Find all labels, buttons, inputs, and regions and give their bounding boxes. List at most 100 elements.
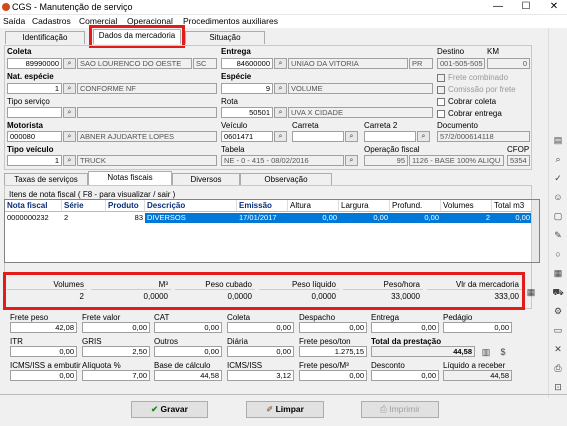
search-icon[interactable]: ⌕: [552, 153, 564, 165]
printer-icon: ⎙: [380, 404, 387, 414]
print-icon[interactable]: ⎙: [552, 362, 564, 374]
frete-valor-field[interactable]: 0,00: [82, 322, 150, 333]
entrega-uf-field: PR: [409, 58, 433, 69]
col-nota-fiscal[interactable]: Nota fiscal: [5, 200, 62, 212]
comissao-frete-checkbox[interactable]: [437, 86, 445, 94]
minimize-button[interactable]: —: [484, 0, 512, 14]
frete-combinado-checkbox[interactable]: [437, 74, 445, 82]
circle-icon[interactable]: ○: [552, 248, 564, 260]
tab-situacao[interactable]: Situação: [185, 31, 265, 44]
frete-peso-ton-field[interactable]: 1.275,15: [299, 346, 367, 357]
frete-combinado-label: Frete combinado: [448, 73, 509, 82]
calculator-icon[interactable]: ▦: [525, 286, 537, 298]
motorista-search-button[interactable]: ⌕: [63, 131, 76, 142]
nat-especie-search-button[interactable]: ⌕: [63, 83, 76, 94]
entrega-code-field[interactable]: 84600000: [221, 58, 273, 69]
motorista-code-field[interactable]: 000080: [7, 131, 62, 142]
col-profund[interactable]: Profund.: [390, 200, 441, 212]
coleta-search-button[interactable]: ⌕: [63, 58, 76, 69]
menu-bar: Saída Cadastros Comercial Operacional Pr…: [0, 15, 567, 28]
carreta-label: Carreta: [292, 121, 319, 130]
tab-notas-fiscais[interactable]: Notas fiscais: [88, 171, 172, 186]
document-icon[interactable]: ▭: [552, 324, 564, 336]
carreta-search-button[interactable]: ⌕: [345, 131, 358, 142]
cobrar-entrega-checkbox[interactable]: [437, 110, 445, 118]
pedagio-field[interactable]: 0,00: [443, 322, 512, 333]
gear-icon[interactable]: ⚙: [552, 305, 564, 317]
money-icon[interactable]: $: [497, 346, 509, 358]
veiculo-search-button[interactable]: ⌕: [274, 131, 287, 142]
destino-label: Destino: [437, 47, 465, 56]
nat-especie-code-field[interactable]: 1: [7, 83, 62, 94]
col-emissao[interactable]: Emissão: [237, 200, 288, 212]
truck-icon[interactable]: ⛟: [552, 286, 564, 298]
cell-serie: 2: [64, 213, 69, 222]
menu-procedimentos[interactable]: Procedimentos auxiliares: [183, 16, 278, 26]
items-grid[interactable]: Nota fiscal Série Produto Descrição Emis…: [4, 199, 540, 263]
col-largura[interactable]: Largura: [339, 200, 390, 212]
aliquota-field[interactable]: 7,00: [82, 370, 150, 381]
print-label: Imprimir: [389, 404, 420, 414]
pencil-icon[interactable]: ✎: [552, 229, 564, 241]
col-total-m3[interactable]: Total m3: [492, 200, 532, 212]
coleta-fee-field[interactable]: 0,00: [227, 322, 294, 333]
clipboard-icon[interactable]: ▢: [552, 210, 564, 222]
print-button[interactable]: ⎙ Imprimir: [361, 401, 439, 418]
entrega-search-button[interactable]: ⌕: [274, 58, 287, 69]
coleta-code-field[interactable]: 89990000: [7, 58, 62, 69]
app-icon: [2, 3, 10, 11]
check-icon[interactable]: ✓: [552, 172, 564, 184]
save-check-icon: ✔: [151, 404, 159, 414]
tipo-veiculo-code-field[interactable]: 1: [7, 155, 62, 166]
delete-icon[interactable]: ✕: [552, 343, 564, 355]
close-button[interactable]: ✕: [540, 0, 567, 14]
tipo-veiculo-search-button[interactable]: ⌕: [63, 155, 76, 166]
tipo-servico-search-button[interactable]: ⌕: [63, 107, 76, 118]
frete-peso-m3-field[interactable]: 0,00: [299, 370, 367, 381]
cat-field[interactable]: 0,00: [154, 322, 222, 333]
cobrar-coleta-checkbox[interactable]: [437, 98, 445, 106]
frete-peso-ton-label: Frete peso/ton: [299, 337, 351, 346]
col-descricao[interactable]: Descrição: [145, 200, 237, 212]
col-volumes[interactable]: Volumes: [441, 200, 492, 212]
entrega-fee-field[interactable]: 0,00: [371, 322, 439, 333]
carreta-field[interactable]: [292, 131, 344, 142]
col-produto[interactable]: Produto: [106, 200, 145, 212]
tabela-search-button[interactable]: ⌕: [345, 155, 358, 166]
col-serie[interactable]: Série: [62, 200, 106, 212]
carreta2-search-button[interactable]: ⌕: [417, 131, 430, 142]
diaria-field[interactable]: 0,00: [227, 346, 294, 357]
icms-embutir-field[interactable]: 0,00: [10, 370, 77, 381]
especie-search-button[interactable]: ⌕: [274, 83, 287, 94]
desconto-field[interactable]: 0,00: [371, 370, 439, 381]
frete-peso-field[interactable]: 42,08: [10, 322, 77, 333]
clear-button[interactable]: ✐ Limpar: [246, 401, 324, 418]
maximize-button[interactable]: ☐: [512, 0, 540, 14]
rota-search-button[interactable]: ⌕: [274, 107, 287, 118]
new-doc-icon[interactable]: ▤: [552, 134, 564, 146]
veiculo-field[interactable]: 0601471: [221, 131, 273, 142]
tipo-servico-code-field[interactable]: [7, 107, 62, 118]
outros-field[interactable]: 0,00: [154, 346, 222, 357]
tab-identificacao[interactable]: Identificação: [5, 31, 85, 44]
right-toolbar: ▤ ⌕ ✓ ☺ ▢ ✎ ○ ▦ ⛟ ⚙ ▭ ✕ ⎙ ⊡: [548, 28, 567, 398]
carreta2-field[interactable]: [364, 131, 416, 142]
user-icon[interactable]: ☺: [552, 191, 564, 203]
rota-code-field[interactable]: 50501: [221, 107, 273, 118]
despacho-field[interactable]: 0,00: [299, 322, 367, 333]
save-button[interactable]: ✔ Gravar: [131, 401, 208, 418]
itr-field[interactable]: 0,00: [10, 346, 77, 357]
title-bar: CGS - Manutenção de serviço — ☐ ✕: [0, 0, 567, 15]
menu-saida[interactable]: Saída: [3, 16, 25, 26]
menu-cadastros[interactable]: Cadastros: [32, 16, 71, 26]
gris-field[interactable]: 2,50: [82, 346, 150, 357]
base-calculo-field[interactable]: 44,58: [154, 370, 222, 381]
lock-icon[interactable]: ⊡: [552, 381, 564, 393]
icms-iss-field[interactable]: 3,12: [227, 370, 294, 381]
table-icon[interactable]: ▦: [552, 267, 564, 279]
barcode-icon[interactable]: ▥: [480, 346, 492, 358]
col-altura[interactable]: Altura: [288, 200, 339, 212]
grid-scrollbar[interactable]: [531, 200, 539, 262]
especie-code-field[interactable]: 9: [221, 83, 273, 94]
coleta-name-field: SAO LOURENCO DO OESTE: [77, 58, 192, 69]
